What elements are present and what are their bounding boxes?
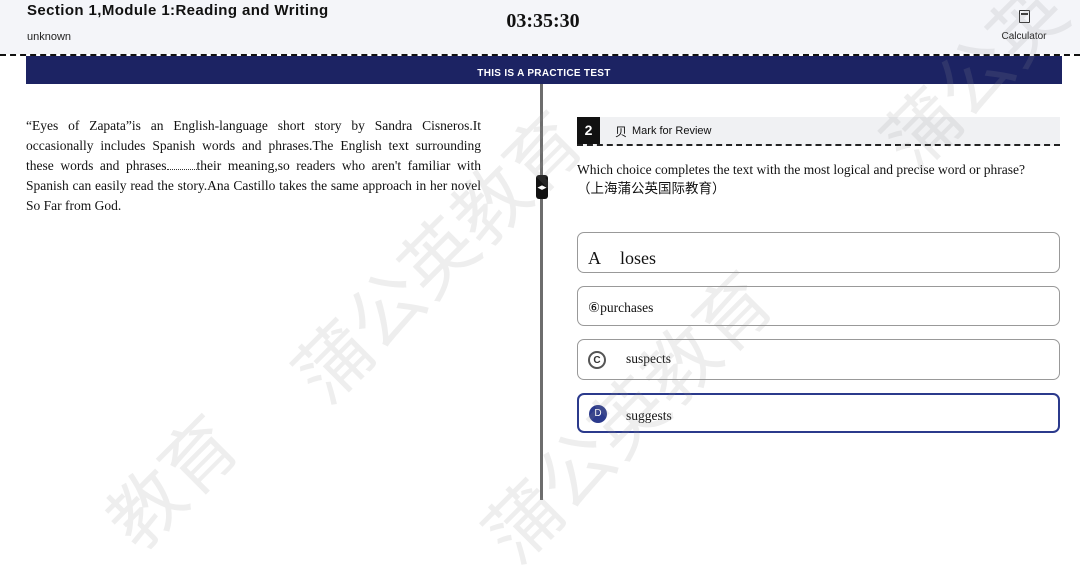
choice-d-letter: D xyxy=(589,405,607,423)
pane-divider[interactable] xyxy=(540,84,543,500)
question-text: Which choice completes the text with the… xyxy=(577,162,1025,177)
question-note: （上海蒲公英国际教育） xyxy=(577,181,726,196)
choice-c-letter: C xyxy=(588,351,606,369)
choice-b-text: ⑥purchases xyxy=(588,300,654,315)
top-header: Section 1,Module 1:Reading and Writing u… xyxy=(0,0,1080,54)
question-stem: Which choice completes the text with the… xyxy=(577,160,1042,198)
choice-d[interactable]: D suggests xyxy=(577,393,1060,433)
calculator-label: Calculator xyxy=(1001,31,1047,42)
calculator-icon xyxy=(1018,10,1030,23)
question-header-bar: 2 贝 Mark for Review xyxy=(577,117,1060,146)
choice-b[interactable]: ⑥purchases xyxy=(577,286,1060,326)
reading-passage: “Eyes of Zapata”is an English-language s… xyxy=(26,116,481,216)
bookmark-icon[interactable]: 贝 xyxy=(615,123,627,140)
resize-handle-icon[interactable]: ◂▸ xyxy=(536,175,548,199)
countdown-timer: 03:35:30 xyxy=(506,10,580,32)
choice-c[interactable]: C suspects xyxy=(577,339,1060,380)
passage-blank xyxy=(166,169,197,170)
mark-for-review-button[interactable]: Mark for Review xyxy=(632,125,711,137)
watermark: 教育 xyxy=(90,400,257,566)
choice-d-text: suggests xyxy=(626,408,672,423)
choice-a[interactable]: A loses xyxy=(577,232,1060,273)
practice-test-banner: THIS IS A PRACTICE TEST xyxy=(26,56,1062,84)
choice-a-letter: A xyxy=(588,248,601,268)
question-number: 2 xyxy=(577,117,600,144)
choice-c-text: suspects xyxy=(626,351,671,366)
choice-a-text: loses xyxy=(620,248,656,268)
calculator-button[interactable]: Calculator xyxy=(994,10,1054,42)
